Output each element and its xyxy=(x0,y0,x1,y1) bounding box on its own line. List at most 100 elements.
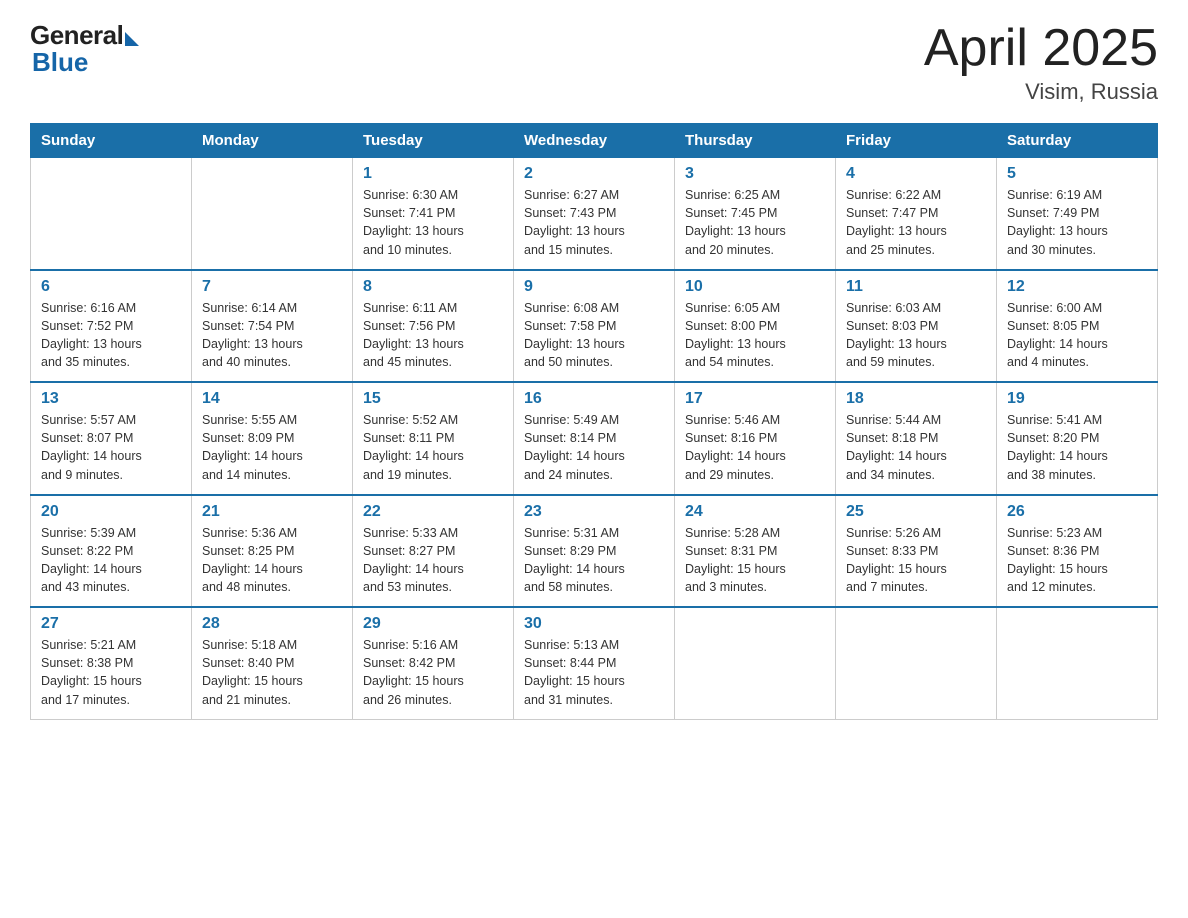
col-header-wednesday: Wednesday xyxy=(514,124,675,158)
day-number: 25 xyxy=(846,503,986,521)
page-header: General Blue April 2025 Visim, Russia xyxy=(30,20,1158,105)
calendar-cell: 25 Sunrise: 5:26 AM Sunset: 8:33 PM Dayli… xyxy=(836,495,997,608)
week-row-2: 6Sunrise: 6:16 AM Sunset: 7:52 PM Daylig… xyxy=(31,270,1158,383)
calendar-cell: 2Sunrise: 6:27 AM Sunset: 7:43 PM Daylig… xyxy=(514,158,675,270)
calendar-cell: 17 Sunrise: 5:46 AM Sunset: 8:16 PM Dayli… xyxy=(675,382,836,495)
calendar-cell: 19Sunrise: 5:41 AM Sunset: 8:20 PM Dayli… xyxy=(997,382,1158,495)
calendar-cell: 10Sunrise: 6:05 AM Sunset: 8:00 PM Dayli… xyxy=(675,270,836,383)
calendar-cell: 22 Sunrise: 5:33 AM Sunset: 8:27 PM Dayli… xyxy=(353,495,514,608)
day-number: 15 xyxy=(363,390,503,408)
calendar-location: Visim, Russia xyxy=(924,79,1158,105)
calendar-cell: 13 Sunrise: 5:57 AM Sunset: 8:07 PM Dayli… xyxy=(31,382,192,495)
day-info: Sunrise: 5:44 AM Sunset: 8:18 PM Dayligh… xyxy=(846,411,986,484)
day-number: 5 xyxy=(1007,165,1147,183)
day-info: Sunrise: 5:28 AM Sunset: 8:31 PM Dayligh… xyxy=(685,524,825,597)
logo-arrow-icon xyxy=(125,32,139,46)
day-info: Sunrise: 5:18 AM Sunset: 8:40 PM Dayligh… xyxy=(202,636,342,709)
day-number: 4 xyxy=(846,165,986,183)
calendar-cell xyxy=(31,158,192,270)
calendar-cell: 30 Sunrise: 5:13 AM Sunset: 8:44 PM Dayli… xyxy=(514,607,675,719)
day-number: 8 xyxy=(363,278,503,296)
calendar-cell: 8 Sunrise: 6:11 AM Sunset: 7:56 PM Daylig… xyxy=(353,270,514,383)
day-number: 16 xyxy=(524,390,664,408)
calendar-cell: 12Sunrise: 6:00 AM Sunset: 8:05 PM Dayli… xyxy=(997,270,1158,383)
day-info: Sunrise: 6:05 AM Sunset: 8:00 PM Dayligh… xyxy=(685,299,825,372)
calendar-cell: 16 Sunrise: 5:49 AM Sunset: 8:14 PM Dayli… xyxy=(514,382,675,495)
col-header-monday: Monday xyxy=(192,124,353,158)
day-info: Sunrise: 6:19 AM Sunset: 7:49 PM Dayligh… xyxy=(1007,186,1147,259)
week-row-1: 1 Sunrise: 6:30 AM Sunset: 7:41 PM Daylig… xyxy=(31,158,1158,270)
calendar-cell: 23 Sunrise: 5:31 AM Sunset: 8:29 PM Dayli… xyxy=(514,495,675,608)
day-number: 7 xyxy=(202,278,342,296)
day-number: 12 xyxy=(1007,278,1147,296)
calendar-cell: 7 Sunrise: 6:14 AM Sunset: 7:54 PM Daylig… xyxy=(192,270,353,383)
day-info: Sunrise: 5:55 AM Sunset: 8:09 PM Dayligh… xyxy=(202,411,342,484)
calendar-cell: 20 Sunrise: 5:39 AM Sunset: 8:22 PM Dayli… xyxy=(31,495,192,608)
day-info: Sunrise: 6:25 AM Sunset: 7:45 PM Dayligh… xyxy=(685,186,825,259)
day-info: Sunrise: 5:39 AM Sunset: 8:22 PM Dayligh… xyxy=(41,524,181,597)
calendar-cell xyxy=(192,158,353,270)
day-number: 24 xyxy=(685,503,825,521)
day-info: Sunrise: 5:13 AM Sunset: 8:44 PM Dayligh… xyxy=(524,636,664,709)
day-info: Sunrise: 6:22 AM Sunset: 7:47 PM Dayligh… xyxy=(846,186,986,259)
day-number: 13 xyxy=(41,390,181,408)
calendar-cell: 11 Sunrise: 6:03 AM Sunset: 8:03 PM Dayli… xyxy=(836,270,997,383)
calendar-cell: 28 Sunrise: 5:18 AM Sunset: 8:40 PM Dayli… xyxy=(192,607,353,719)
day-number: 21 xyxy=(202,503,342,521)
day-info: Sunrise: 5:21 AM Sunset: 8:38 PM Dayligh… xyxy=(41,636,181,709)
calendar-cell: 18 Sunrise: 5:44 AM Sunset: 8:18 PM Dayli… xyxy=(836,382,997,495)
day-number: 30 xyxy=(524,615,664,633)
day-number: 1 xyxy=(363,165,503,183)
calendar-cell xyxy=(997,607,1158,719)
day-info: Sunrise: 5:31 AM Sunset: 8:29 PM Dayligh… xyxy=(524,524,664,597)
calendar-header-row: SundayMondayTuesdayWednesdayThursdayFrid… xyxy=(31,124,1158,158)
logo-blue-text: Blue xyxy=(32,47,88,78)
day-number: 20 xyxy=(41,503,181,521)
day-number: 19 xyxy=(1007,390,1147,408)
calendar-cell: 15Sunrise: 5:52 AM Sunset: 8:11 PM Dayli… xyxy=(353,382,514,495)
title-block: April 2025 Visim, Russia xyxy=(924,20,1158,105)
col-header-friday: Friday xyxy=(836,124,997,158)
calendar-cell: 24 Sunrise: 5:28 AM Sunset: 8:31 PM Dayli… xyxy=(675,495,836,608)
calendar-cell: 3 Sunrise: 6:25 AM Sunset: 7:45 PM Daylig… xyxy=(675,158,836,270)
day-number: 2 xyxy=(524,165,664,183)
calendar-cell: 5 Sunrise: 6:19 AM Sunset: 7:49 PM Daylig… xyxy=(997,158,1158,270)
calendar-cell: 27Sunrise: 5:21 AM Sunset: 8:38 PM Dayli… xyxy=(31,607,192,719)
day-info: Sunrise: 5:49 AM Sunset: 8:14 PM Dayligh… xyxy=(524,411,664,484)
day-number: 18 xyxy=(846,390,986,408)
day-info: Sunrise: 5:46 AM Sunset: 8:16 PM Dayligh… xyxy=(685,411,825,484)
calendar-cell xyxy=(675,607,836,719)
day-number: 26 xyxy=(1007,503,1147,521)
day-number: 28 xyxy=(202,615,342,633)
calendar-cell: 21 Sunrise: 5:36 AM Sunset: 8:25 PM Dayli… xyxy=(192,495,353,608)
day-info: Sunrise: 5:33 AM Sunset: 8:27 PM Dayligh… xyxy=(363,524,503,597)
calendar-cell: 1 Sunrise: 6:30 AM Sunset: 7:41 PM Daylig… xyxy=(353,158,514,270)
calendar-cell xyxy=(836,607,997,719)
week-row-3: 13 Sunrise: 5:57 AM Sunset: 8:07 PM Dayli… xyxy=(31,382,1158,495)
day-number: 6 xyxy=(41,278,181,296)
day-info: Sunrise: 6:11 AM Sunset: 7:56 PM Dayligh… xyxy=(363,299,503,372)
day-number: 17 xyxy=(685,390,825,408)
calendar-cell: 29Sunrise: 5:16 AM Sunset: 8:42 PM Dayli… xyxy=(353,607,514,719)
calendar-cell: 4 Sunrise: 6:22 AM Sunset: 7:47 PM Daylig… xyxy=(836,158,997,270)
day-info: Sunrise: 6:08 AM Sunset: 7:58 PM Dayligh… xyxy=(524,299,664,372)
calendar-cell: 26 Sunrise: 5:23 AM Sunset: 8:36 PM Dayli… xyxy=(997,495,1158,608)
day-number: 29 xyxy=(363,615,503,633)
day-info: Sunrise: 6:14 AM Sunset: 7:54 PM Dayligh… xyxy=(202,299,342,372)
day-info: Sunrise: 5:36 AM Sunset: 8:25 PM Dayligh… xyxy=(202,524,342,597)
col-header-tuesday: Tuesday xyxy=(353,124,514,158)
calendar-cell: 9 Sunrise: 6:08 AM Sunset: 7:58 PM Daylig… xyxy=(514,270,675,383)
calendar-cell: 14 Sunrise: 5:55 AM Sunset: 8:09 PM Dayli… xyxy=(192,382,353,495)
day-info: Sunrise: 5:57 AM Sunset: 8:07 PM Dayligh… xyxy=(41,411,181,484)
day-number: 23 xyxy=(524,503,664,521)
day-info: Sunrise: 5:23 AM Sunset: 8:36 PM Dayligh… xyxy=(1007,524,1147,597)
day-number: 14 xyxy=(202,390,342,408)
day-number: 11 xyxy=(846,278,986,296)
day-info: Sunrise: 6:03 AM Sunset: 8:03 PM Dayligh… xyxy=(846,299,986,372)
day-number: 9 xyxy=(524,278,664,296)
day-number: 22 xyxy=(363,503,503,521)
calendar-cell: 6Sunrise: 6:16 AM Sunset: 7:52 PM Daylig… xyxy=(31,270,192,383)
day-info: Sunrise: 5:26 AM Sunset: 8:33 PM Dayligh… xyxy=(846,524,986,597)
day-info: Sunrise: 6:30 AM Sunset: 7:41 PM Dayligh… xyxy=(363,186,503,259)
day-number: 3 xyxy=(685,165,825,183)
